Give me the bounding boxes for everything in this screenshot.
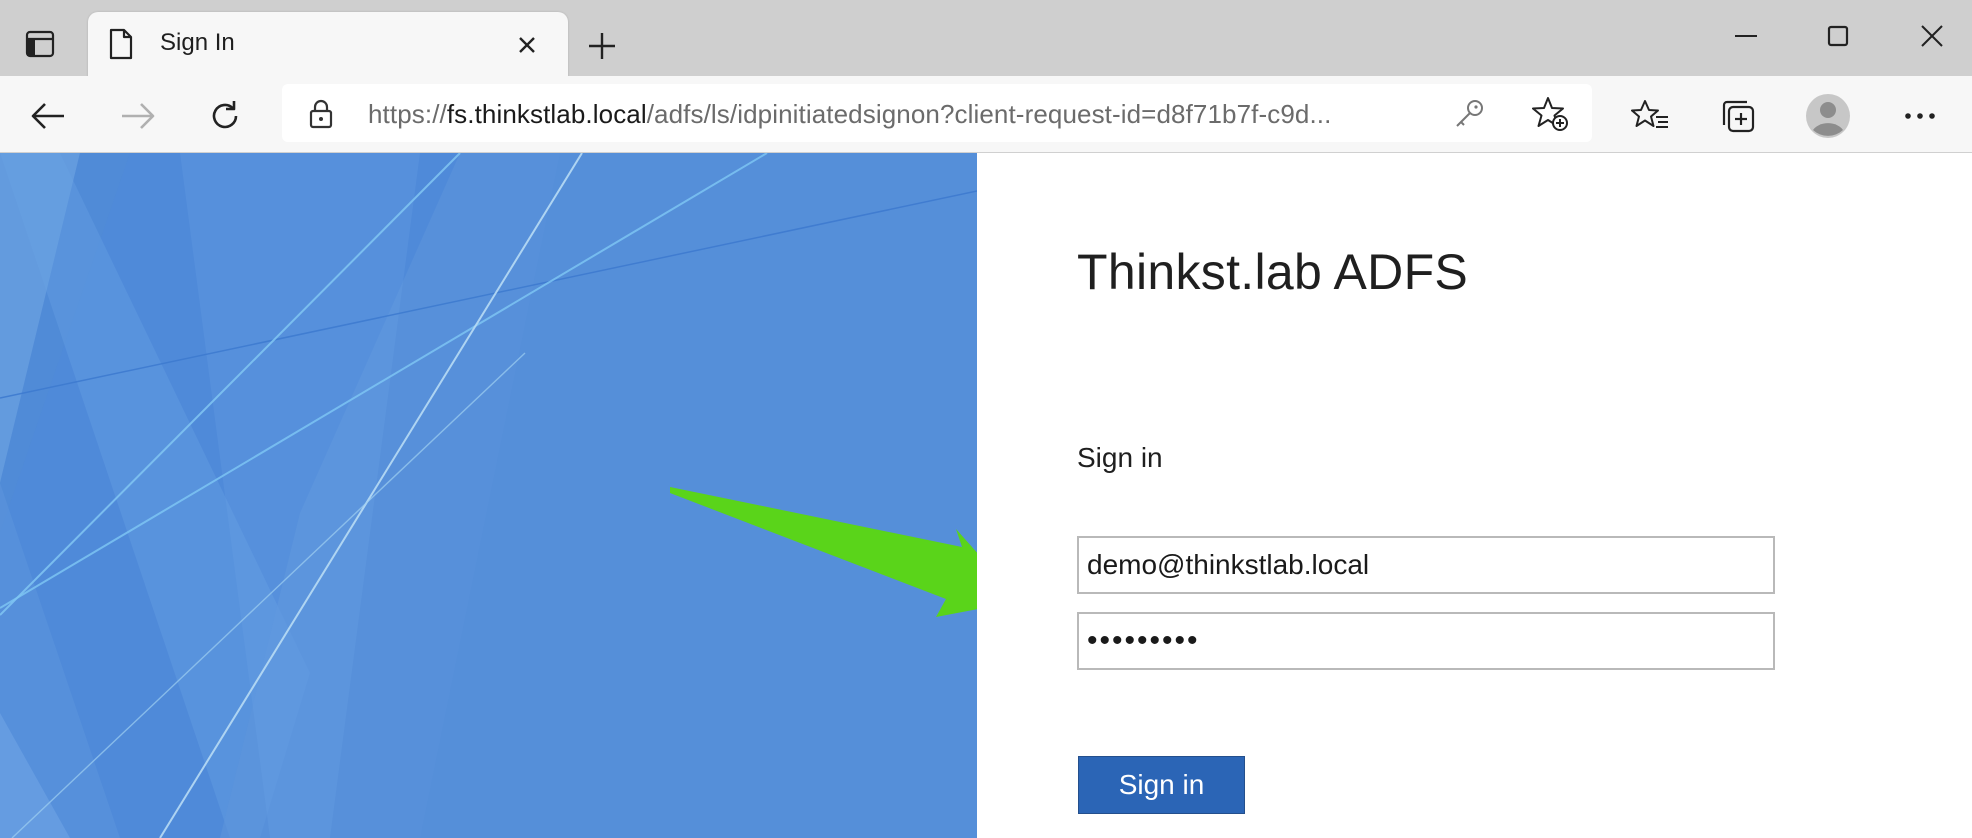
refresh-icon [212,101,238,129]
back-button[interactable] [22,90,74,142]
url-scheme: https:// [368,99,447,129]
favorites-button[interactable] [1624,90,1676,142]
document-icon [108,28,134,65]
title-bar: Sign In [0,0,1972,78]
plus-icon [589,33,615,59]
profile-button[interactable] [1802,90,1854,142]
sign-in-panel: Thinkst.lab ADFS Sign in Sign in [977,153,1972,838]
password-input[interactable] [1077,612,1775,670]
sign-in-heading: Sign in [1077,442,1163,473]
more-icon [1905,113,1935,119]
close-icon[interactable] [512,30,542,60]
key-icon[interactable] [1452,98,1486,135]
collections-button[interactable] [1712,90,1764,142]
star-add-icon[interactable] [1532,96,1570,137]
window-close-icon [1921,25,1943,47]
forward-button[interactable] [112,90,164,142]
address-bar[interactable]: https://fs.thinkstlab.local/adfs/ls/idpi… [282,84,1592,142]
favorites-icon [1631,100,1668,128]
annotation-arrow-icon [670,487,1020,617]
window-close-button[interactable] [1902,14,1962,58]
forward-arrow-icon [122,103,155,129]
page-content: Thinkst.lab ADFS Sign in Sign in [0,153,1972,838]
url-path: /adfs/ls/idpinitiatedsignon?client-reque… [646,99,1332,129]
sign-in-button[interactable]: Sign in [1078,756,1245,814]
maximize-icon [1827,25,1849,47]
lock-icon[interactable] [308,98,334,135]
tab-actions-icon[interactable] [16,22,64,66]
new-tab-button[interactable] [582,26,622,66]
refresh-button[interactable] [199,90,251,142]
maximize-button[interactable] [1808,14,1868,58]
minimize-button[interactable] [1716,14,1776,58]
tab-title: Sign In [160,29,235,56]
minimize-icon [1735,35,1757,37]
collections-icon [1722,100,1755,133]
back-arrow-icon [31,103,64,129]
brand-title: Thinkst.lab ADFS [1077,244,1469,300]
username-input[interactable] [1077,536,1775,594]
tab-sign-in[interactable]: Sign In [88,12,568,78]
browser-toolbar: https://fs.thinkstlab.local/adfs/ls/idpi… [0,76,1972,153]
url-host: fs.thinkstlab.local [446,99,647,129]
address-url[interactable]: https://fs.thinkstlab.local/adfs/ls/idpi… [368,99,1331,130]
profile-icon [1806,94,1850,138]
more-button[interactable] [1894,90,1946,142]
